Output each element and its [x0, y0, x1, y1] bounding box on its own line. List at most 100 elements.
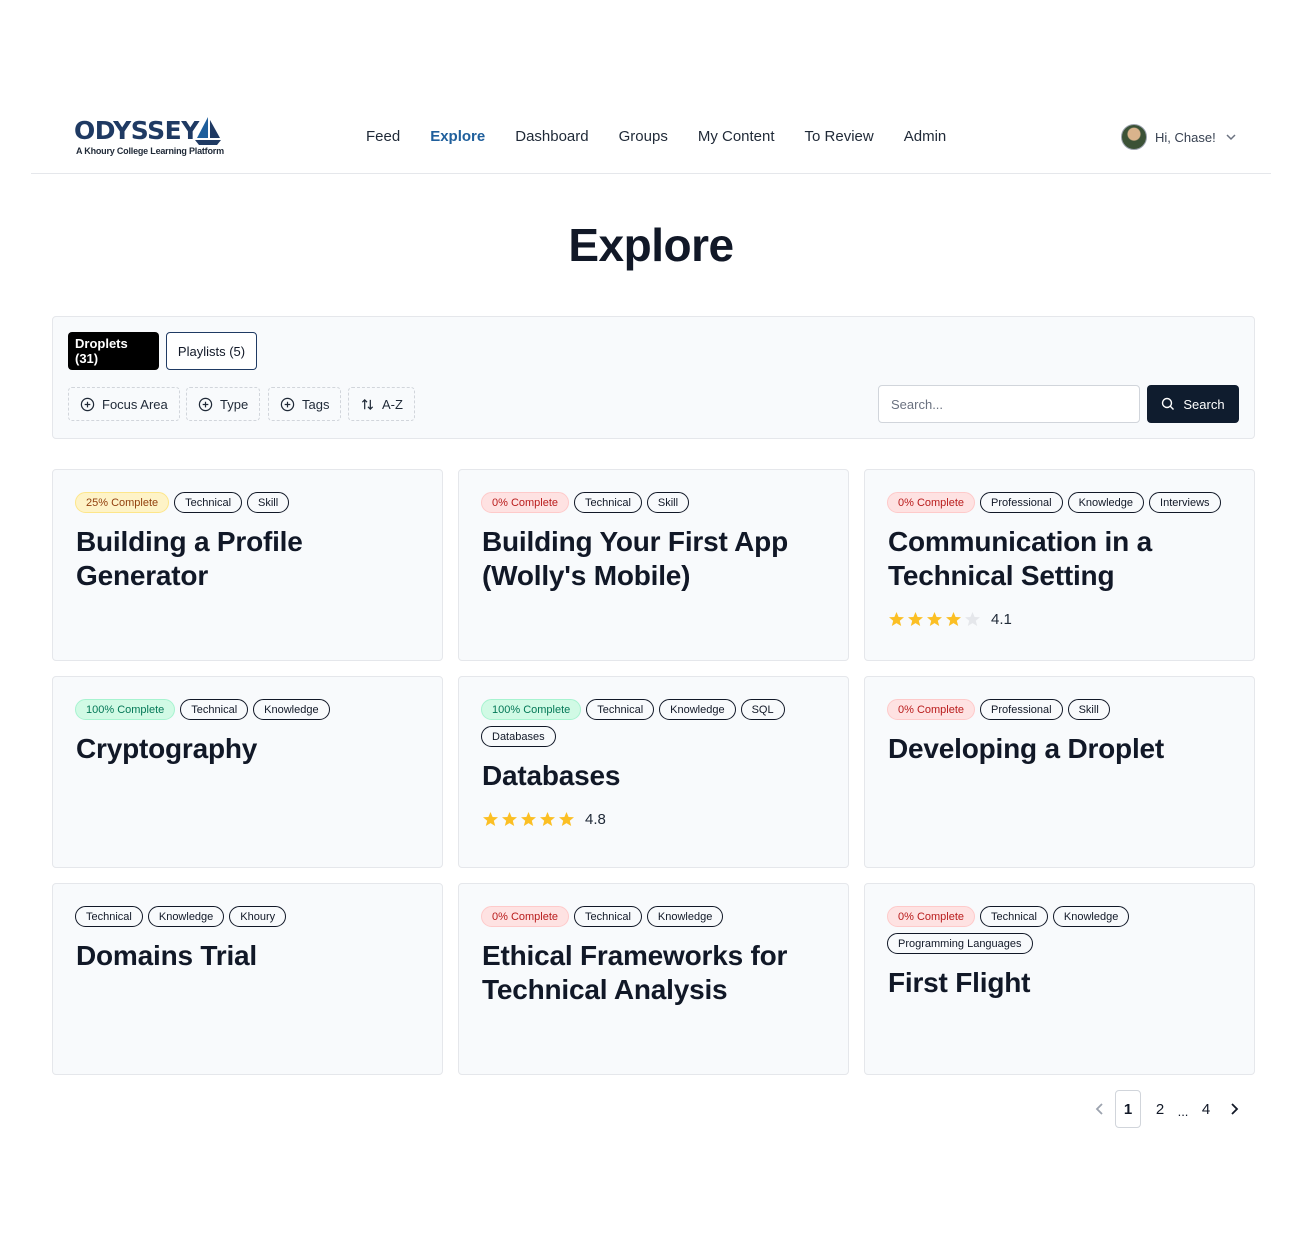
- pagination: 1 2 ... 4: [1088, 1090, 1246, 1128]
- page-button-2[interactable]: 2: [1147, 1090, 1173, 1128]
- droplet-card[interactable]: 0% Complete Technical Knowledge Programm…: [864, 883, 1255, 1075]
- sort-button[interactable]: A-Z: [348, 387, 415, 421]
- progress-badge: 0% Complete: [481, 906, 570, 927]
- logo-wordmark: ODYSSEY: [74, 116, 199, 145]
- nav-item-explore[interactable]: Explore: [430, 126, 485, 148]
- user-menu[interactable]: Hi, Chase!: [1121, 124, 1238, 150]
- search-input[interactable]: [878, 385, 1140, 423]
- search-icon: [1162, 397, 1175, 410]
- star-rating: 4.1: [888, 611, 1012, 628]
- tag: Professional: [980, 699, 1063, 720]
- star-icon: [483, 812, 498, 826]
- tag: Technical: [180, 699, 249, 720]
- tag: Skill: [1067, 699, 1110, 720]
- card-title: Domains Trial: [76, 940, 258, 971]
- card-tags: 0% Complete Technical Knowledge: [481, 906, 831, 927]
- nav-item-admin[interactable]: Admin: [904, 126, 947, 148]
- tag: Interviews: [1149, 492, 1221, 513]
- tag: Khoury: [229, 906, 287, 927]
- nav-item-groups[interactable]: Groups: [619, 126, 668, 148]
- rating-value: 4.1: [991, 611, 1012, 628]
- card-title: Databases: [482, 760, 621, 791]
- tags-label: Tags: [302, 396, 330, 412]
- star-icon: [521, 812, 536, 826]
- next-page-button[interactable]: [1222, 1090, 1246, 1128]
- tag: Technical: [980, 906, 1048, 927]
- nav-item-dashboard[interactable]: Dashboard: [515, 126, 588, 148]
- star-icon: [946, 612, 961, 626]
- card-tags: 100% Complete Technical Knowledge: [75, 699, 425, 720]
- droplet-card[interactable]: Technical Knowledge Khoury Domains Trial: [52, 883, 443, 1075]
- plus-circle-icon: [280, 397, 295, 411]
- type-filter-button[interactable]: Type: [186, 387, 261, 421]
- logo-tagline: A Khoury College Learning Platform: [76, 146, 224, 156]
- tag: Professional: [980, 492, 1063, 513]
- page-title: Explore: [568, 219, 734, 271]
- card-title: Cryptography: [76, 733, 258, 764]
- progress-badge: 0% Complete: [887, 699, 976, 720]
- page-ellipsis: ...: [1177, 1103, 1189, 1119]
- tag: Technical: [174, 492, 243, 513]
- chevron-down-icon[interactable]: [1224, 130, 1238, 144]
- tags-filter-button[interactable]: Tags: [268, 387, 342, 421]
- search-button-label: Search: [1183, 396, 1225, 412]
- star-icon: [540, 812, 555, 826]
- focus-area-label: Focus Area: [102, 396, 168, 412]
- focus-area-filter-button[interactable]: Focus Area: [68, 387, 180, 421]
- card-tags: 25% Complete Technical Skill: [75, 492, 425, 513]
- progress-badge: 100% Complete: [75, 699, 176, 720]
- page-button-1[interactable]: 1: [1115, 1090, 1141, 1128]
- chevron-right-icon: [1231, 1103, 1239, 1115]
- droplet-card[interactable]: 100% Complete Technical Knowledge SQL Da…: [458, 676, 849, 868]
- chevron-left-icon: [1095, 1103, 1103, 1115]
- nav-item-my-content[interactable]: My Content: [698, 126, 775, 148]
- card-title: Developing a Droplet: [888, 733, 1165, 764]
- droplet-card[interactable]: 25% Complete Technical Skill Building a …: [52, 469, 443, 661]
- droplet-card[interactable]: 100% Complete Technical Knowledge Crypto…: [52, 676, 443, 868]
- sort-arrows-icon: [361, 398, 374, 410]
- card-title: Building a Profile Generator: [76, 526, 303, 591]
- tag: Knowledge: [253, 699, 330, 720]
- nav-item-to-review[interactable]: To Review: [805, 126, 874, 148]
- droplet-card[interactable]: 0% Complete Technical Skill Building You…: [458, 469, 849, 661]
- card-tags: 0% Complete Professional Skill: [887, 699, 1237, 720]
- droplet-card[interactable]: 0% Complete Professional Knowledge Inter…: [864, 469, 1255, 661]
- tag: Knowledge: [646, 906, 724, 927]
- tag: Skill: [247, 492, 290, 513]
- star-icon: [502, 812, 517, 826]
- prev-page-button[interactable]: [1088, 1090, 1112, 1128]
- user-greeting: Hi, Chase!: [1155, 129, 1216, 145]
- odyssey-logo[interactable]: ODYSSEY A Khoury College Learning Platfo…: [74, 116, 234, 160]
- card-tags: 100% Complete Technical Knowledge SQL Da…: [481, 699, 831, 747]
- tag: Technical: [586, 699, 655, 720]
- tab-playlists[interactable]: Playlists (5): [166, 332, 257, 370]
- tag: Knowledge: [659, 699, 736, 720]
- progress-badge: 0% Complete: [481, 492, 570, 513]
- plus-circle-icon: [198, 397, 213, 411]
- page-button-4[interactable]: 4: [1193, 1090, 1219, 1128]
- card-title: Building Your First App (Wolly's Mobile): [482, 526, 788, 591]
- tab-droplets[interactable]: Droplets (31): [68, 332, 159, 370]
- sailboat-icon: [195, 117, 221, 145]
- star-rating: 4.8: [482, 811, 606, 828]
- progress-badge: 100% Complete: [481, 699, 582, 720]
- avatar[interactable]: [1121, 124, 1147, 150]
- star-icon: [927, 612, 942, 626]
- tag: Knowledge: [1052, 906, 1130, 927]
- tag: Knowledge: [1067, 492, 1145, 513]
- droplet-card[interactable]: 0% Complete Professional Skill Developin…: [864, 676, 1255, 868]
- nav-item-feed[interactable]: Feed: [366, 126, 400, 148]
- droplet-card[interactable]: 0% Complete Technical Knowledge Ethical …: [458, 883, 849, 1075]
- star-icon: [965, 612, 980, 626]
- tag: Knowledge: [147, 906, 225, 927]
- rating-value: 4.8: [585, 811, 606, 828]
- sort-label: A-Z: [382, 396, 403, 412]
- card-title: First Flight: [888, 967, 1031, 998]
- card-title: Ethical Frameworks for Technical Analysi…: [482, 940, 788, 1005]
- star-icon: [889, 612, 904, 626]
- tag: Technical: [574, 492, 642, 513]
- tag: SQL: [740, 699, 785, 720]
- card-tags: 0% Complete Technical Knowledge Programm…: [887, 906, 1237, 954]
- tag: Skill: [646, 492, 690, 513]
- search-button[interactable]: Search: [1147, 385, 1239, 423]
